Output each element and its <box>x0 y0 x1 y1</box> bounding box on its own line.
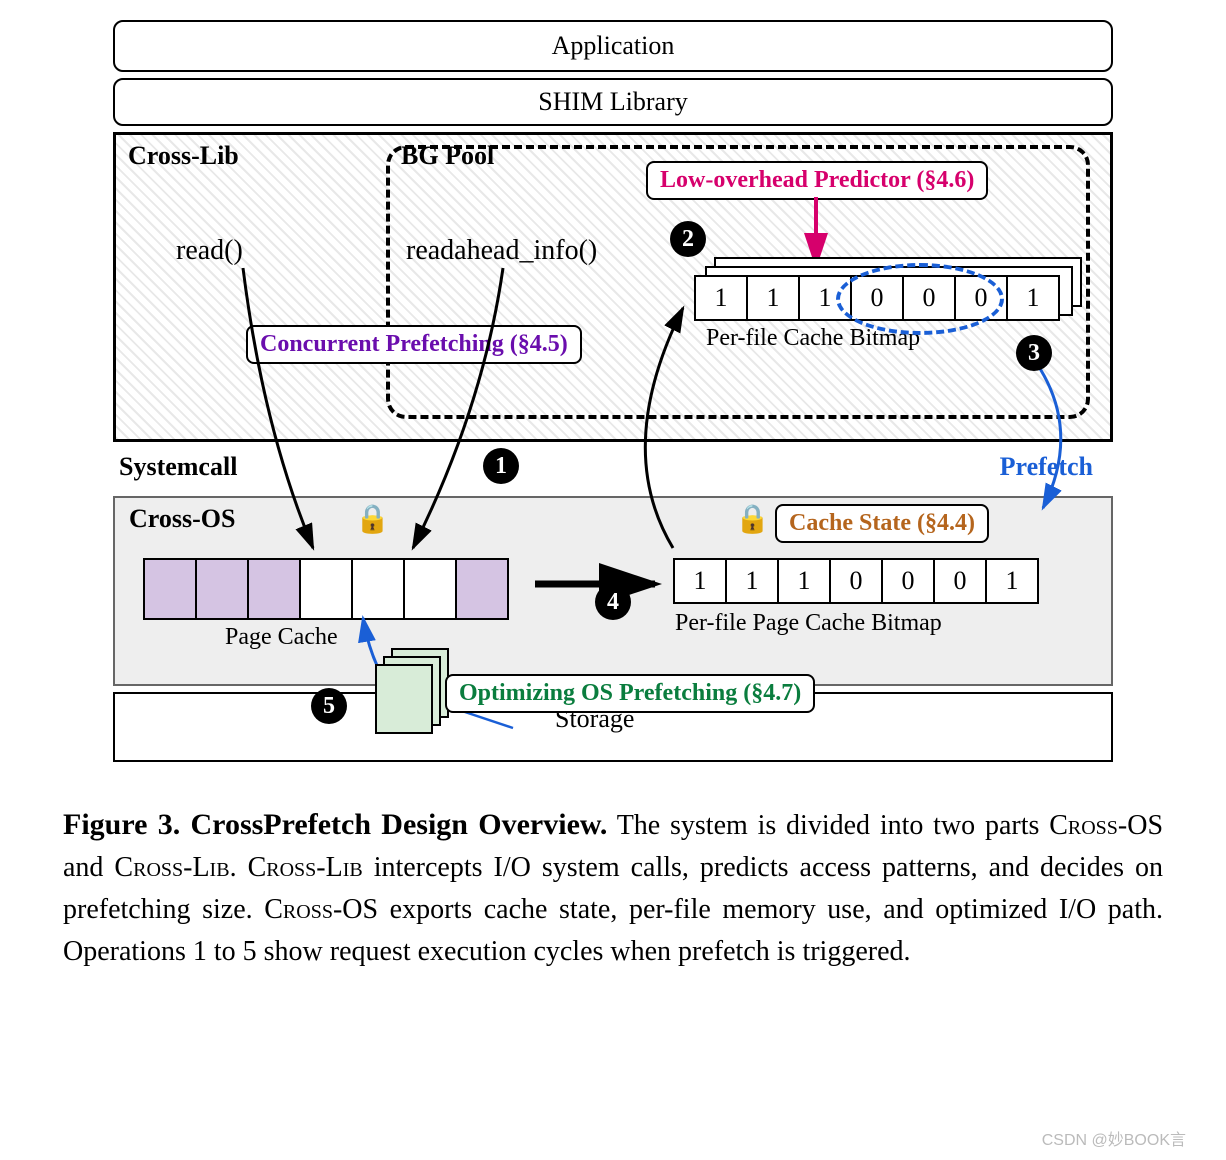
prefetch-label: Prefetch <box>1000 452 1093 482</box>
crossos-layer: Cross-OS 🔒 🔒 Page Cache Cache State (§4.… <box>113 496 1113 686</box>
storage-layer: Optimizing OS Prefetching (§4.7) Storage… <box>113 692 1113 762</box>
crossos-label: Cross-OS <box>129 504 235 534</box>
caption-text: The system is divided into two parts <box>607 810 1049 841</box>
perfile-page-cache-bitmap-label: Per-file Page Cache Bitmap <box>675 610 942 637</box>
bitmap-cell: 0 <box>881 558 935 604</box>
bitmap-cell: 1 <box>725 558 779 604</box>
page-cache-cell <box>351 558 405 620</box>
shim-layer: SHIM Library <box>113 78 1113 126</box>
bitmap-cell: 1 <box>985 558 1039 604</box>
step-5: 5 <box>311 688 347 724</box>
caption-text: . <box>230 852 248 883</box>
step-1: 1 <box>483 448 519 484</box>
perfile-page-cache-bitmap: 1 1 1 0 0 0 1 <box>675 558 1039 604</box>
page-cache-cell <box>143 558 197 620</box>
caption-title: Figure 3. CrossPrefetch Design Overview. <box>63 808 607 841</box>
page-cache-cell <box>247 558 301 620</box>
page-cache-cell <box>299 558 353 620</box>
caption-and: and <box>63 852 114 883</box>
concurrent-chip: Concurrent Prefetching (§4.5) <box>246 325 582 364</box>
crosslib-layer: Cross-Lib BG Pool read() readahead_info(… <box>113 132 1113 442</box>
page-cache-label: Page Cache <box>225 624 338 651</box>
lock-icon: 🔒 <box>355 502 390 536</box>
syscall-row: Systemcall Prefetch 1 <box>113 448 1113 494</box>
page-cache-cell <box>195 558 249 620</box>
lock-icon: 🔒 <box>735 502 770 536</box>
bitmap-cell: 1 <box>673 558 727 604</box>
caption-crosslib: Cross-Lib <box>114 852 229 883</box>
application-layer: Application <box>113 20 1113 72</box>
step-3: 3 <box>1016 335 1052 371</box>
page-cache-cell <box>403 558 457 620</box>
bitmap-cell: 1 <box>694 275 748 321</box>
bitmap-cell: 0 <box>829 558 883 604</box>
diagram-container: Application SHIM Library Cross-Lib BG Po… <box>113 20 1113 762</box>
optimize-chip: Optimizing OS Prefetching (§4.7) <box>445 674 815 713</box>
bitmap-cell: 0 <box>933 558 987 604</box>
watermark: CSDN @妙BOOK言 <box>1042 1126 1186 1150</box>
bitmap-cell: 1 <box>746 275 800 321</box>
systemcall-label: Systemcall <box>119 452 237 482</box>
caption-crossos2: Cross-OS <box>264 894 378 925</box>
bitmap-cell: 1 <box>777 558 831 604</box>
figure-caption: Figure 3. CrossPrefetch Design Overview.… <box>63 802 1163 973</box>
read-call: read() <box>176 235 243 267</box>
bitmap-cell: 1 <box>1006 275 1060 321</box>
page-cache <box>145 558 509 620</box>
crosslib-label: Cross-Lib <box>128 141 239 171</box>
page-cache-cell <box>455 558 509 620</box>
cache-state-chip: Cache State (§4.4) <box>775 504 989 543</box>
readahead-call: readahead_info() <box>406 235 597 267</box>
step-2: 2 <box>670 221 706 257</box>
bg-pool-label: BG Pool <box>401 141 494 171</box>
caption-crosslib2: Cross-Lib <box>248 852 363 883</box>
caption-crossos: Cross-OS <box>1049 810 1163 841</box>
highlight-ellipse <box>836 263 1004 335</box>
step-4: 4 <box>595 584 631 620</box>
predictor-chip: Low-overhead Predictor (§4.6) <box>646 161 988 200</box>
